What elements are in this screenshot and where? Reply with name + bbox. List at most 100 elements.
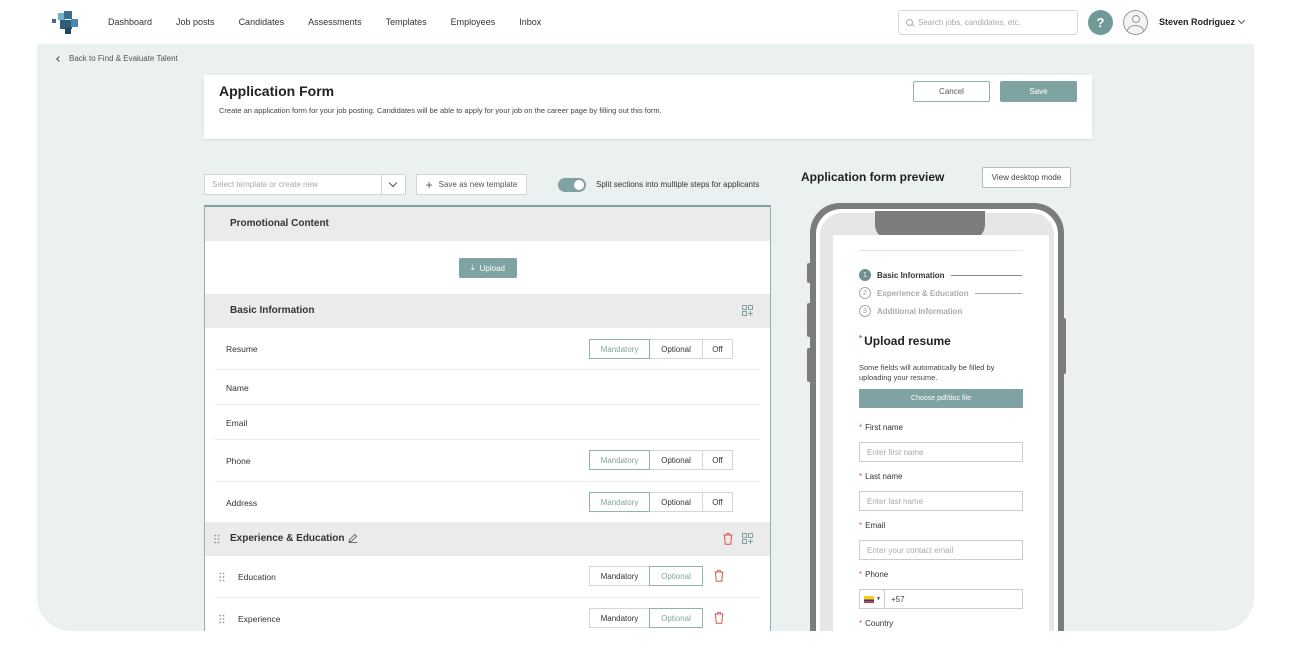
email-placeholder: Enter your contact email [867,545,954,555]
help-button[interactable]: ? [1088,10,1113,35]
field-row-address: Address Mandatory Optional Off [215,482,760,522]
preview-step-3: 3 Additional Information [859,305,962,317]
first-name-placeholder: Enter first name [867,447,924,457]
field-label: Phone [226,456,251,466]
section-header-promotional: Promotional Content [205,207,770,241]
drag-handle-icon[interactable] [219,572,225,582]
field-row-education: Education Mandatory Optional [215,556,760,598]
drag-handle-icon[interactable] [219,614,225,624]
step-number: 1 [859,269,871,281]
step-connector [950,274,1022,276]
flag-colombia-icon [864,595,874,603]
save-as-template-button[interactable]: + Save as new template [416,174,527,195]
back-link[interactable]: Back to Find & Evaluate Talent [56,54,178,63]
field-row-email: Email [215,405,760,440]
option-off[interactable]: Off [702,450,733,470]
trash-icon[interactable] [714,570,724,582]
section-header-basic: Basic Information [205,294,770,328]
option-optional[interactable]: Optional [649,492,703,512]
global-search-input[interactable]: Search jobs, candidates, etc. [898,10,1078,35]
nav-templates[interactable]: Templates [386,17,427,27]
country-label-text: Country [865,619,894,628]
nav-job-posts[interactable]: Job posts [176,17,215,27]
user-menu[interactable]: Steven Rodriguez [1159,16,1246,27]
upload-label: Upload [479,263,505,273]
field-row-name: Name [215,370,760,405]
last-name-input[interactable]: Enter last name [859,491,1023,511]
first-name-input[interactable]: Enter first name [859,442,1023,462]
nav-candidates[interactable]: Candidates [239,17,285,27]
country-code-select[interactable]: ▼ [860,590,885,608]
phone-bezel: 1 Basic Information 2 Experience & Educa… [816,209,1058,631]
layout-icon[interactable] [742,305,753,316]
top-navigation: Dashboard Job posts Candidates Assessmen… [0,0,1297,44]
pencil-icon[interactable] [348,533,358,544]
view-desktop-button[interactable]: View desktop mode [982,167,1071,188]
first-name-label-text: First name [865,423,903,432]
preview-step-2: 2 Experience & Education [859,287,1022,299]
back-link-label: Back to Find & Evaluate Talent [69,54,178,63]
drag-handle-icon[interactable] [214,534,220,544]
template-select[interactable]: Select template or create new [204,174,406,195]
layout-icon[interactable] [742,533,753,544]
nav-assessments[interactable]: Assessments [308,17,362,27]
split-sections-label: Split sections into multiple steps for a… [596,180,760,189]
option-mandatory[interactable]: Mandatory [589,492,650,512]
page-header-card: Application Form Create an application f… [204,75,1092,139]
field-option-group: Mandatory Optional Off [589,450,733,470]
phone-label-text: Phone [865,570,889,579]
company-logo-icon[interactable] [52,10,82,36]
option-mandatory[interactable]: Mandatory [589,608,650,628]
phone-frame: 1 Basic Information 2 Experience & Educa… [820,211,1054,631]
save-as-template-label: Save as new template [438,180,518,189]
field-label: Resume [226,344,258,354]
caret-down-icon: ▼ [876,596,881,602]
page-title: Application Form [219,83,335,99]
cancel-button[interactable]: Cancel [913,81,990,102]
field-label: Email [226,418,248,428]
nav-employees[interactable]: Employees [451,17,496,27]
template-select-placeholder: Select template or create new [212,180,318,189]
save-button[interactable]: Save [1000,81,1077,102]
step-label: Additional Information [877,306,963,316]
phone-input[interactable]: ▼ +57 [859,589,1023,609]
preview-title: Application form preview [801,170,945,184]
option-optional[interactable]: Optional [649,339,703,359]
upload-resume-text: Upload resume [864,334,951,348]
nav-dashboard[interactable]: Dashboard [108,17,152,27]
option-mandatory[interactable]: Mandatory [589,566,650,586]
option-mandatory[interactable]: Mandatory [589,450,650,470]
last-name-placeholder: Enter last name [867,496,924,506]
email-input[interactable]: Enter your contact email [859,540,1023,560]
country-label: * Country [859,619,894,628]
divider [859,250,1023,251]
chevron-down-icon[interactable] [381,175,405,194]
trash-icon[interactable] [714,612,724,624]
option-optional[interactable]: Optional [649,450,703,470]
option-off[interactable]: Off [702,339,733,359]
option-optional[interactable]: Optional [649,608,703,628]
choose-file-button[interactable]: Choose pdf/doc file [859,389,1023,408]
main-content: Back to Find & Evaluate Talent Applicati… [37,44,1254,631]
option-mandatory[interactable]: Mandatory [589,339,650,359]
field-row-phone: Phone Mandatory Optional Off [215,440,760,482]
upload-button[interactable]: ⤓ Upload [459,258,517,278]
step-label: Basic Information [877,270,945,280]
user-avatar-icon[interactable] [1123,10,1148,35]
split-sections-toggle[interactable] [558,178,586,192]
search-icon [906,19,913,26]
section-header-experience: Experience & Education [205,522,770,556]
option-optional[interactable]: Optional [649,566,703,586]
last-name-label-text: Last name [865,472,903,481]
option-off[interactable]: Off [702,492,733,512]
field-option-group: Mandatory Optional [589,566,703,586]
main-nav-links: Dashboard Job posts Candidates Assessmen… [108,0,565,44]
phone-side-button [807,348,811,382]
user-name: Steven Rodriguez [1159,17,1236,27]
nav-inbox[interactable]: Inbox [519,17,541,27]
email-label-text: Email [865,521,886,530]
section-title: Promotional Content [230,218,329,229]
form-builder-panel: Promotional Content ⤓ Upload Basic Inform… [204,205,771,631]
plus-icon: + [425,177,433,192]
trash-icon[interactable] [723,533,733,545]
